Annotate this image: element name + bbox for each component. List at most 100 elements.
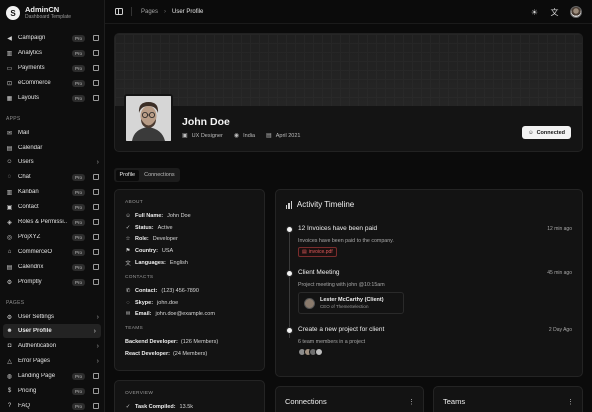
external-link-icon <box>93 65 99 71</box>
about-label: ABOUT <box>125 200 144 205</box>
calendar-icon: ▤ <box>6 264 13 271</box>
translate-icon[interactable]: 文 <box>550 8 559 17</box>
tab-connections[interactable]: Connections <box>140 170 179 181</box>
pro-badge: Pro <box>71 402 85 410</box>
chevron-right-icon: › <box>96 357 99 365</box>
sidebar-item-roles[interactable]: ◈ Roles & Permissi... Pro <box>0 215 104 229</box>
profile-tabs: Profile Connections <box>114 168 181 182</box>
sidebar-item-landing-page[interactable]: ◍ Landing Page Pro <box>0 369 104 383</box>
more-vertical-icon[interactable]: ⋮ <box>408 398 415 406</box>
pro-badge: Pro <box>71 34 85 42</box>
sidebar-item-users[interactable]: ☺ Users › <box>0 155 104 169</box>
teams-title: Teams <box>443 397 466 406</box>
connections-title: Connections <box>285 397 327 406</box>
sidebar-item-user-settings[interactable]: ⚙ User Settings › <box>0 310 104 324</box>
overview-row: ✓ Task Compiled: 13.5k <box>125 403 194 410</box>
sidebar-item-ecommerce[interactable]: ⊡ eCommerce Pro <box>0 76 104 90</box>
prompt-icon: ⚙ <box>6 279 13 286</box>
user-check-icon: ☺ <box>527 129 534 136</box>
about-row: ☺ Full Name: John Doe <box>125 212 191 219</box>
external-link-icon <box>93 279 99 285</box>
shield-icon: ◈ <box>7 219 12 226</box>
sidebar-item-chat[interactable]: ◌ Chat Pro <box>0 170 104 184</box>
connected-button[interactable]: ☺ Connected <box>521 126 571 139</box>
chevron-right-icon: › <box>96 313 99 321</box>
team-avatars[interactable] <box>298 348 323 356</box>
pro-badge: Pro <box>71 49 85 57</box>
sidebar-item-payments[interactable]: ▭ Payments Pro <box>0 61 104 75</box>
pro-badge: Pro <box>71 263 85 271</box>
mail-icon: ✉ <box>125 311 131 318</box>
about-card: ABOUT ☺ Full Name: John Doe ✓ Status: Active… <box>114 189 265 371</box>
sidebar-item-authentication[interactable]: ◘ Authentication › <box>0 339 104 353</box>
sidebar-item-error-pages[interactable]: △ Error Pages › <box>0 354 104 368</box>
apps-section-label: APPS <box>6 116 21 122</box>
language-icon: 文 <box>125 261 131 268</box>
external-link-icon <box>93 249 99 255</box>
chevron-right-icon: › <box>93 327 96 335</box>
about-row: ✓ Status: Active <box>125 224 173 231</box>
sidebar-item-user-profile[interactable]: ☻ User Profile › <box>3 324 101 338</box>
sun-icon[interactable]: ☀ <box>530 8 539 17</box>
sidebar-item-pricing[interactable]: $ Pricing Pro <box>0 384 104 398</box>
sidebar-item-projxyz[interactable]: ◎ ProjXYZ Pro <box>0 230 104 244</box>
chevron-right-icon: › <box>164 8 167 15</box>
sidebar-item-calendar[interactable]: ▤ Calendar <box>0 141 104 155</box>
file-pdf-icon: ▤ <box>302 249 307 255</box>
lock-icon: ◘ <box>7 343 12 349</box>
user-icon: ☺ <box>125 212 131 219</box>
invoice-attachment[interactable]: ▤ invoice.pdf <box>298 247 337 257</box>
avatar <box>304 297 315 309</box>
sidebar-item-mail[interactable]: ✉ Mail <box>0 126 104 140</box>
about-row: ⚑ Country: USA <box>125 248 174 255</box>
sidebar: S AdminCN Dashboard Template ◀ Campaign … <box>0 0 105 412</box>
brand-subtitle: Dashboard Template <box>25 14 72 20</box>
sidebar-item-layouts[interactable]: ▦ Layouts Pro <box>0 91 104 105</box>
phone-icon: ✆ <box>125 287 131 294</box>
pages-section-label: PAGES <box>6 300 25 306</box>
contact-row: ◌ Skype: john.doe <box>126 299 179 306</box>
flag-icon: ⚑ <box>125 248 131 255</box>
external-link-icon <box>93 234 99 240</box>
external-link-icon <box>93 204 99 210</box>
sidebar-item-promptly[interactable]: ⚙ Promptly Pro <box>0 275 104 289</box>
sidebar-item-commerceo[interactable]: ⌂ CommerceO Pro <box>0 245 104 259</box>
sidebar-item-faq[interactable]: ? FAQ Pro <box>0 399 104 412</box>
contacts-label: CONTACTS <box>125 274 154 280</box>
sidebar-item-calendrix[interactable]: ▤ Calendrix Pro <box>0 260 104 274</box>
tab-profile[interactable]: Profile <box>115 169 140 181</box>
sidebar-item-kanban[interactable]: ▥ Kanban Pro <box>0 185 104 199</box>
settings-icon: ⚙ <box>6 314 13 321</box>
brand[interactable]: S AdminCN Dashboard Template <box>0 0 104 26</box>
sidebar-item-campaign[interactable]: ◀ Campaign Pro <box>0 31 104 45</box>
pro-badge: Pro <box>71 372 85 380</box>
alert-icon: △ <box>7 358 12 365</box>
mail-icon: ✉ <box>6 130 13 137</box>
profile-location: India <box>243 133 256 139</box>
check-icon: ✓ <box>125 224 131 231</box>
sidebar-toggle-icon[interactable] <box>115 8 123 15</box>
card-icon: ▭ <box>6 65 13 72</box>
pro-badge: Pro <box>71 218 85 226</box>
avatar[interactable] <box>570 6 582 18</box>
chevron-right-icon: › <box>96 158 99 166</box>
profile-joined: April 2021 <box>275 133 301 139</box>
more-vertical-icon[interactable]: ⋮ <box>567 398 574 406</box>
store-icon: ⌂ <box>7 249 12 255</box>
profile-meta: ▣ UX Designer ◉ India ▤ April 2021 <box>182 132 301 139</box>
pro-badge: Pro <box>71 188 85 196</box>
cover-banner <box>115 34 582 106</box>
map-pin-icon: ◉ <box>233 133 240 139</box>
timeline-line <box>289 230 290 338</box>
contact-icon: ▣ <box>6 204 13 211</box>
pro-badge: Pro <box>71 79 85 87</box>
sidebar-item-contact[interactable]: ▣ Contact Pro <box>0 200 104 214</box>
breadcrumb-root[interactable]: Pages <box>141 9 158 15</box>
check-icon: ✓ <box>125 403 131 410</box>
team-row: Backend Developer: (126 Members) <box>125 339 219 346</box>
project-icon: ◎ <box>6 234 13 241</box>
users-icon: ☺ <box>6 159 13 165</box>
client-contact-card[interactable]: Lester McCarthy (Client) CEO of ThemeSel… <box>298 292 404 314</box>
chart-icon: ▥ <box>6 50 13 57</box>
sidebar-item-analytics[interactable]: ▥ Analytics Pro <box>0 46 104 60</box>
